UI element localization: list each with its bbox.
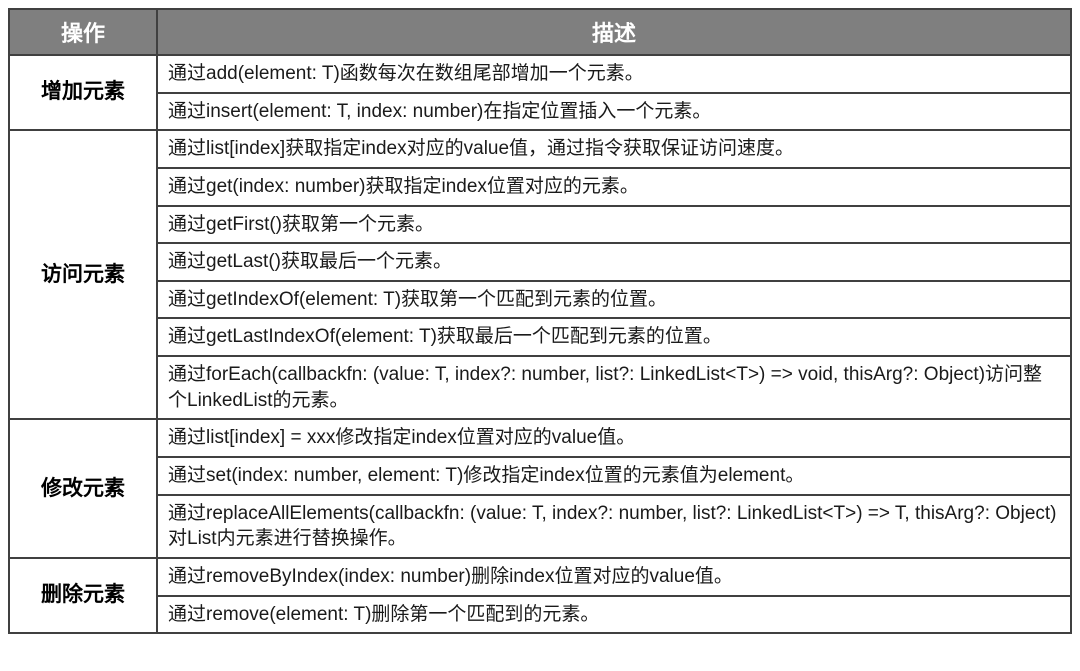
description-cell: 通过add(element: T)函数每次在数组尾部增加一个元素。 <box>157 55 1071 93</box>
description-cell: 通过getFirst()获取第一个元素。 <box>157 206 1071 244</box>
description-cell: 通过get(index: number)获取指定index位置对应的元素。 <box>157 168 1071 206</box>
operation-cell-access: 访问元素 <box>9 130 157 419</box>
description-cell: 通过remove(element: T)删除第一个匹配到的元素。 <box>157 596 1071 634</box>
table-row: 通过getLast()获取最后一个元素。 <box>9 243 1071 281</box>
header-description: 描述 <box>157 9 1071 55</box>
api-reference-table: 操作 描述 增加元素 通过add(element: T)函数每次在数组尾部增加一… <box>8 8 1072 634</box>
description-cell: 通过getLast()获取最后一个元素。 <box>157 243 1071 281</box>
api-reference-table-container: 操作 描述 增加元素 通过add(element: T)函数每次在数组尾部增加一… <box>8 8 1072 634</box>
description-cell: 通过removeByIndex(index: number)删除index位置对… <box>157 558 1071 596</box>
table-body: 增加元素 通过add(element: T)函数每次在数组尾部增加一个元素。 通… <box>9 55 1071 633</box>
table-row: 通过getFirst()获取第一个元素。 <box>9 206 1071 244</box>
description-cell: 通过getIndexOf(element: T)获取第一个匹配到元素的位置。 <box>157 281 1071 319</box>
description-cell: 通过replaceAllElements(callbackfn: (value:… <box>157 495 1071 558</box>
table-row: 删除元素 通过removeByIndex(index: number)删除ind… <box>9 558 1071 596</box>
description-cell: 通过forEach(callbackfn: (value: T, index?:… <box>157 356 1071 419</box>
description-cell: 通过getLastIndexOf(element: T)获取最后一个匹配到元素的… <box>157 318 1071 356</box>
description-cell: 通过list[index] = xxx修改指定index位置对应的value值。 <box>157 419 1071 457</box>
table-row: 通过set(index: number, element: T)修改指定inde… <box>9 457 1071 495</box>
table-row: 增加元素 通过add(element: T)函数每次在数组尾部增加一个元素。 <box>9 55 1071 93</box>
header-operation: 操作 <box>9 9 157 55</box>
table-row: 通过forEach(callbackfn: (value: T, index?:… <box>9 356 1071 419</box>
table-row: 访问元素 通过list[index]获取指定index对应的value值，通过指… <box>9 130 1071 168</box>
description-cell: 通过insert(element: T, index: number)在指定位置… <box>157 93 1071 131</box>
operation-cell-add: 增加元素 <box>9 55 157 130</box>
table-row: 修改元素 通过list[index] = xxx修改指定index位置对应的va… <box>9 419 1071 457</box>
table-header-row: 操作 描述 <box>9 9 1071 55</box>
table-row: 通过insert(element: T, index: number)在指定位置… <box>9 93 1071 131</box>
table-row: 通过getLastIndexOf(element: T)获取最后一个匹配到元素的… <box>9 318 1071 356</box>
table-row: 通过get(index: number)获取指定index位置对应的元素。 <box>9 168 1071 206</box>
table-row: 通过remove(element: T)删除第一个匹配到的元素。 <box>9 596 1071 634</box>
table-row: 通过getIndexOf(element: T)获取第一个匹配到元素的位置。 <box>9 281 1071 319</box>
description-cell: 通过set(index: number, element: T)修改指定inde… <box>157 457 1071 495</box>
table-row: 通过replaceAllElements(callbackfn: (value:… <box>9 495 1071 558</box>
operation-cell-delete: 删除元素 <box>9 558 157 633</box>
operation-cell-modify: 修改元素 <box>9 419 157 558</box>
description-cell: 通过list[index]获取指定index对应的value值，通过指令获取保证… <box>157 130 1071 168</box>
